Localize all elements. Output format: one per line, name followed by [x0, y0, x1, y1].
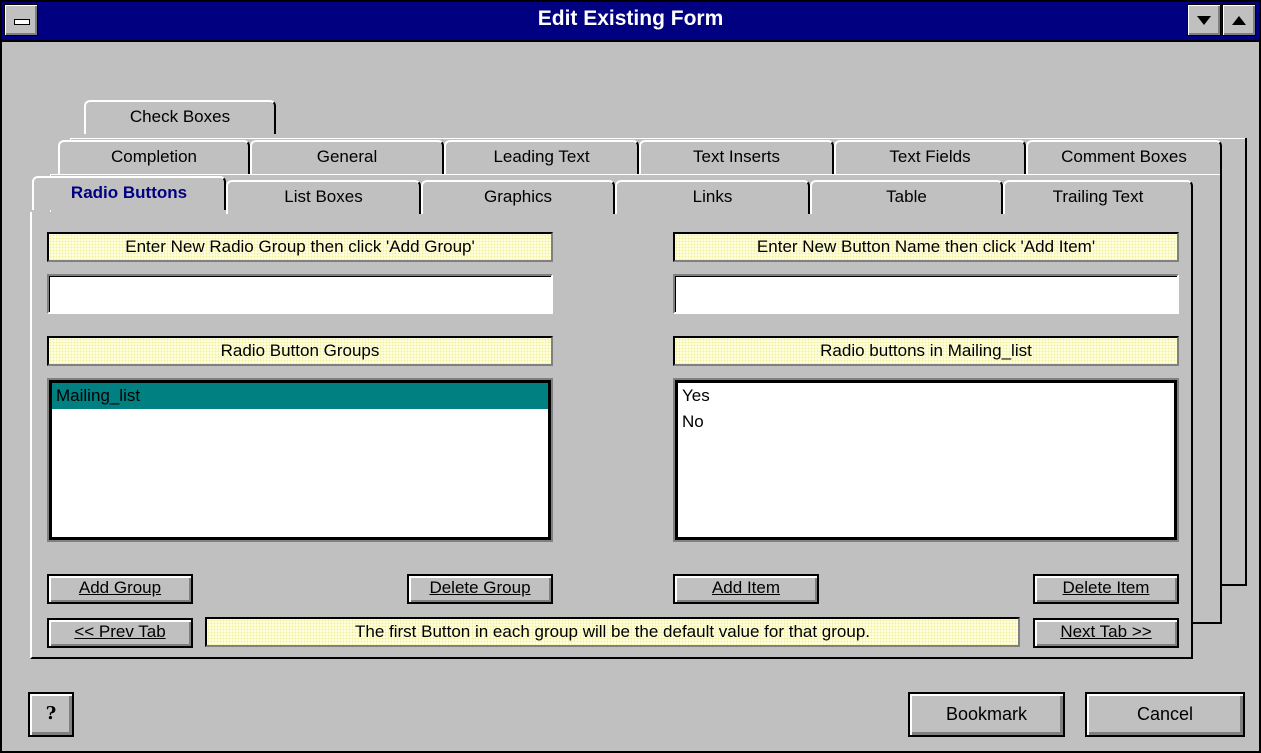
delete-item-button[interactable]: Delete Item — [1033, 574, 1179, 604]
group-prompt-label: Enter New Radio Group then click 'Add Gr… — [47, 232, 553, 262]
default-value-note: The first Button in each group will be t… — [205, 617, 1020, 647]
maximize-icon — [1232, 16, 1246, 25]
add-item-button[interactable]: Add Item — [673, 574, 819, 604]
edit-form-window: Edit Existing Form Check Boxes Completio… — [0, 0, 1261, 753]
prev-tab-label: << Prev Tab — [74, 622, 166, 641]
title-bar[interactable]: Edit Existing Form — [2, 2, 1259, 42]
radio-items-list[interactable]: Yes No — [675, 380, 1177, 540]
tab-graphics[interactable]: Graphics — [421, 180, 615, 214]
tab-check-boxes[interactable]: Check Boxes — [84, 100, 276, 134]
tab-text-inserts[interactable]: Text Inserts — [639, 140, 834, 174]
tab-radio-buttons-label: Radio Buttons — [70, 183, 188, 202]
next-tab-label: Next Tab >> — [1060, 622, 1152, 641]
maximize-button[interactable] — [1222, 4, 1256, 36]
list-item[interactable]: No — [678, 409, 1174, 435]
minimize-button[interactable] — [1187, 4, 1221, 36]
cancel-button[interactable]: Cancel — [1085, 692, 1245, 737]
items-list-header: Radio buttons in Mailing_list — [673, 336, 1179, 366]
tab-completion[interactable]: Completion — [58, 140, 250, 174]
help-button[interactable]: ? — [28, 692, 74, 737]
tab-table[interactable]: Table — [810, 180, 1003, 214]
radio-groups-list[interactable]: Mailing_list — [49, 380, 551, 540]
new-group-field[interactable] — [49, 276, 551, 312]
list-item[interactable]: Yes — [678, 383, 1174, 409]
delete-group-label: Delete Group — [429, 578, 531, 597]
tab-comment-boxes[interactable]: Comment Boxes — [1026, 140, 1222, 174]
list-item[interactable]: Mailing_list — [52, 383, 548, 409]
add-group-button[interactable]: Add Group — [47, 574, 193, 604]
window-title: Edit Existing Form — [537, 7, 724, 30]
bookmark-button[interactable]: Bookmark — [908, 692, 1065, 737]
help-icon: ? — [45, 703, 57, 724]
groups-list-header: Radio Button Groups — [47, 336, 553, 366]
next-tab-button[interactable]: Next Tab >> — [1033, 618, 1179, 648]
minimize-icon — [1197, 16, 1211, 25]
new-group-input[interactable] — [47, 274, 553, 314]
prev-tab-button[interactable]: << Prev Tab — [47, 618, 193, 648]
tab-general[interactable]: General — [250, 140, 444, 174]
tab-list-boxes[interactable]: List Boxes — [226, 180, 421, 214]
add-item-label: Add Item — [711, 578, 781, 597]
tab-radio-buttons[interactable]: Radio Buttons — [32, 176, 226, 210]
new-item-input[interactable] — [673, 274, 1179, 314]
item-prompt-label: Enter New Button Name then click 'Add It… — [673, 232, 1179, 262]
tab-trailing-text[interactable]: Trailing Text — [1003, 180, 1193, 214]
tab-leading-text[interactable]: Leading Text — [444, 140, 639, 174]
new-item-field[interactable] — [675, 276, 1177, 312]
delete-item-label: Delete Item — [1062, 578, 1150, 597]
add-group-label: Add Group — [78, 578, 162, 597]
tab-text-fields[interactable]: Text Fields — [834, 140, 1026, 174]
delete-group-button[interactable]: Delete Group — [407, 574, 553, 604]
tab-links[interactable]: Links — [615, 180, 810, 214]
